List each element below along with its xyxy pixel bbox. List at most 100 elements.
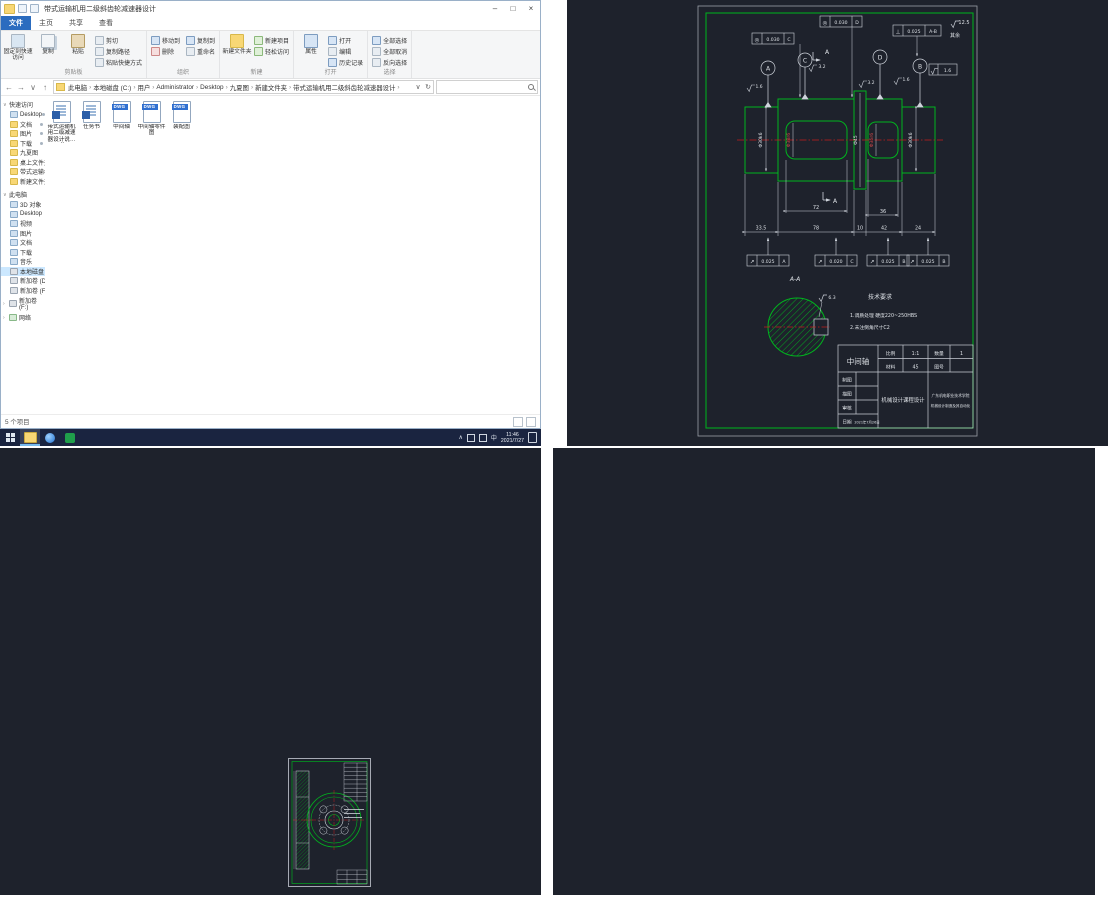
- svg-text:制图: 制图: [842, 377, 852, 384]
- runout-frames: [746, 237, 950, 267]
- minimize-button[interactable]: –: [486, 1, 504, 16]
- files-pane[interactable]: 带式运输机用二级减速器设计说明书 任务书 DWG 中间轴 DWG 中间轴零件图 …: [45, 96, 540, 414]
- crumb-jiuxiatu[interactable]: 九夏图: [229, 83, 250, 92]
- recent-locations-button[interactable]: ∨: [27, 83, 39, 92]
- tab-share[interactable]: 共享: [61, 16, 91, 30]
- start-button[interactable]: [0, 429, 20, 446]
- sidebar-item-3d-objects[interactable]: 3D 对象: [1, 200, 45, 210]
- sidebar-item-jiuxiatu[interactable]: 九夏图: [1, 148, 45, 158]
- details-view-icon[interactable]: [513, 416, 523, 427]
- breadcrumb[interactable]: 此电脑 › 本地磁盘 (C:) › 用户 › Administrator › Deskt…: [53, 80, 434, 94]
- edit-button[interactable]: 编辑: [326, 46, 365, 57]
- address-dropdown-icon[interactable]: ∨: [413, 83, 423, 91]
- crumb-desktop[interactable]: Desktop: [199, 84, 224, 91]
- sidebar-item-desktop[interactable]: Desktop: [1, 110, 45, 120]
- move-to-button[interactable]: 移动到: [149, 35, 182, 46]
- history-button[interactable]: 历史记录: [326, 57, 365, 68]
- network-tray-icon[interactable]: [466, 433, 475, 442]
- sidebar-item-local-disk-c[interactable]: 本地磁盘 (C:): [1, 266, 45, 276]
- copy-button[interactable]: 复制: [33, 32, 63, 69]
- qat-dropdown-icon[interactable]: [30, 4, 39, 13]
- sidebar-item-pc-downloads[interactable]: 下载: [1, 248, 45, 258]
- sidebar-item-folder3[interactable]: 带式运输机大图纸: [1, 167, 45, 177]
- sidebar-item-folder2[interactable]: 桌上文件夹: [1, 158, 45, 168]
- invert-selection-button[interactable]: 反向选择: [370, 57, 409, 68]
- open-button[interactable]: 打开: [326, 35, 365, 46]
- crumb-administrator[interactable]: Administrator: [155, 84, 195, 91]
- paste-shortcut-button[interactable]: 粘贴快捷方式: [93, 57, 144, 68]
- tab-home[interactable]: 主页: [31, 16, 61, 30]
- new-item-button[interactable]: 新建项目: [252, 35, 291, 46]
- close-button[interactable]: ×: [522, 1, 540, 16]
- taskbar-browser[interactable]: [40, 429, 60, 446]
- tab-file[interactable]: 文件: [1, 16, 31, 30]
- cut-button[interactable]: 剪切: [93, 35, 144, 46]
- svg-text:日期: 日期: [842, 420, 852, 426]
- sidebar-item-downloads[interactable]: 下载: [1, 139, 45, 149]
- up-button[interactable]: ↑: [39, 83, 51, 92]
- section-network[interactable]: › 网络: [1, 312, 45, 323]
- svg-text:0.025: 0.025: [907, 29, 920, 35]
- crumb-new-folder[interactable]: 新建文件夹: [254, 83, 288, 92]
- sidebar-item-pc-pictures[interactable]: 图片: [1, 229, 45, 239]
- section-this-pc[interactable]: ∨ 此电脑: [1, 189, 45, 200]
- clock[interactable]: 11:46 2021/7/27: [501, 432, 524, 444]
- paste-button[interactable]: 粘贴: [63, 32, 93, 69]
- maximize-button[interactable]: □: [504, 1, 522, 16]
- crumb-c-drive[interactable]: 本地磁盘 (C:): [92, 83, 132, 92]
- qat-icon[interactable]: [18, 4, 27, 13]
- tray-chevron-up-icon[interactable]: ∧: [459, 434, 463, 441]
- select-none-button[interactable]: 全部取消: [370, 46, 409, 57]
- search-icon: [528, 83, 534, 90]
- new-folder-button[interactable]: 新建文件夹: [222, 32, 252, 69]
- easy-access-icon: [254, 47, 264, 56]
- select-all-button[interactable]: 全部选择: [370, 35, 409, 46]
- tab-view[interactable]: 查看: [91, 16, 121, 30]
- ime-indicator[interactable]: 中: [491, 433, 497, 442]
- pin-to-quick-access-button[interactable]: 固定到快速访问: [3, 32, 33, 69]
- properties-button[interactable]: 属性: [296, 32, 326, 69]
- svg-text:材料: 材料: [886, 364, 896, 371]
- section-volume-f[interactable]: › 新加卷 (F:): [1, 298, 45, 311]
- delete-button[interactable]: 删除: [149, 46, 182, 57]
- rename-button[interactable]: 重命名: [184, 46, 217, 57]
- pin-icon: [11, 34, 25, 48]
- refresh-icon[interactable]: ↻: [423, 83, 433, 91]
- svg-text:审核: 审核: [842, 405, 852, 412]
- forward-button[interactable]: →: [15, 83, 27, 92]
- sidebar-item-documents[interactable]: 文档: [1, 120, 45, 130]
- copy-path-button[interactable]: 复制路径: [93, 46, 144, 57]
- sidebar-item-music[interactable]: 音乐: [1, 257, 45, 267]
- quick-access-toolbar[interactable]: [18, 4, 39, 13]
- sidebar-item-pc-documents[interactable]: 文档: [1, 238, 45, 248]
- taskbar-green-app[interactable]: [60, 429, 80, 446]
- sidebar-item-videos[interactable]: 视频: [1, 219, 45, 229]
- svg-text:C: C: [850, 259, 853, 265]
- search-input[interactable]: [436, 80, 538, 94]
- documents-icon: [10, 239, 18, 247]
- file-item-shaft-part-dwg[interactable]: DWG 中间轴零件图: [137, 101, 166, 137]
- file-item-design-doc[interactable]: 带式运输机用二级减速器设计说明书: [47, 101, 76, 143]
- volume-tray-icon[interactable]: [478, 433, 487, 442]
- section-quick-access[interactable]: ∨ 快速访问: [1, 99, 45, 110]
- sidebar-item-pictures[interactable]: 图片: [1, 129, 45, 139]
- easy-access-button[interactable]: 轻松访问: [252, 46, 291, 57]
- crumb-current-folder[interactable]: 带式运输机用二级斜齿轮减速器设计: [292, 83, 396, 92]
- sidebar-item-new-folder[interactable]: 新建文件夹: [1, 177, 45, 187]
- crumb-this-pc[interactable]: 此电脑: [67, 83, 88, 92]
- sidebar-item-volume-f[interactable]: 新加卷 (F:): [1, 286, 45, 296]
- copy-to-button[interactable]: 复制到: [184, 35, 217, 46]
- ribbon-tabs: 文件 主页 共享 查看: [1, 16, 540, 31]
- thumbnails-view-icon[interactable]: [526, 416, 536, 427]
- crumb-users[interactable]: 用户: [136, 83, 151, 92]
- svg-text:10: 10: [857, 226, 863, 232]
- sidebar-item-pc-desktop[interactable]: Desktop: [1, 210, 45, 220]
- file-item-shaft-dwg[interactable]: DWG 中间轴: [107, 101, 136, 130]
- copy-path-icon: [95, 47, 104, 56]
- taskbar-file-explorer[interactable]: [20, 429, 40, 446]
- back-button[interactable]: ←: [3, 83, 15, 92]
- file-item-assembly-dwg[interactable]: DWG 装配图: [167, 101, 196, 130]
- action-center-icon[interactable]: [528, 432, 537, 443]
- file-item-task-doc[interactable]: 任务书: [77, 101, 106, 130]
- sidebar-item-volume-d[interactable]: 新加卷 (D:): [1, 276, 45, 286]
